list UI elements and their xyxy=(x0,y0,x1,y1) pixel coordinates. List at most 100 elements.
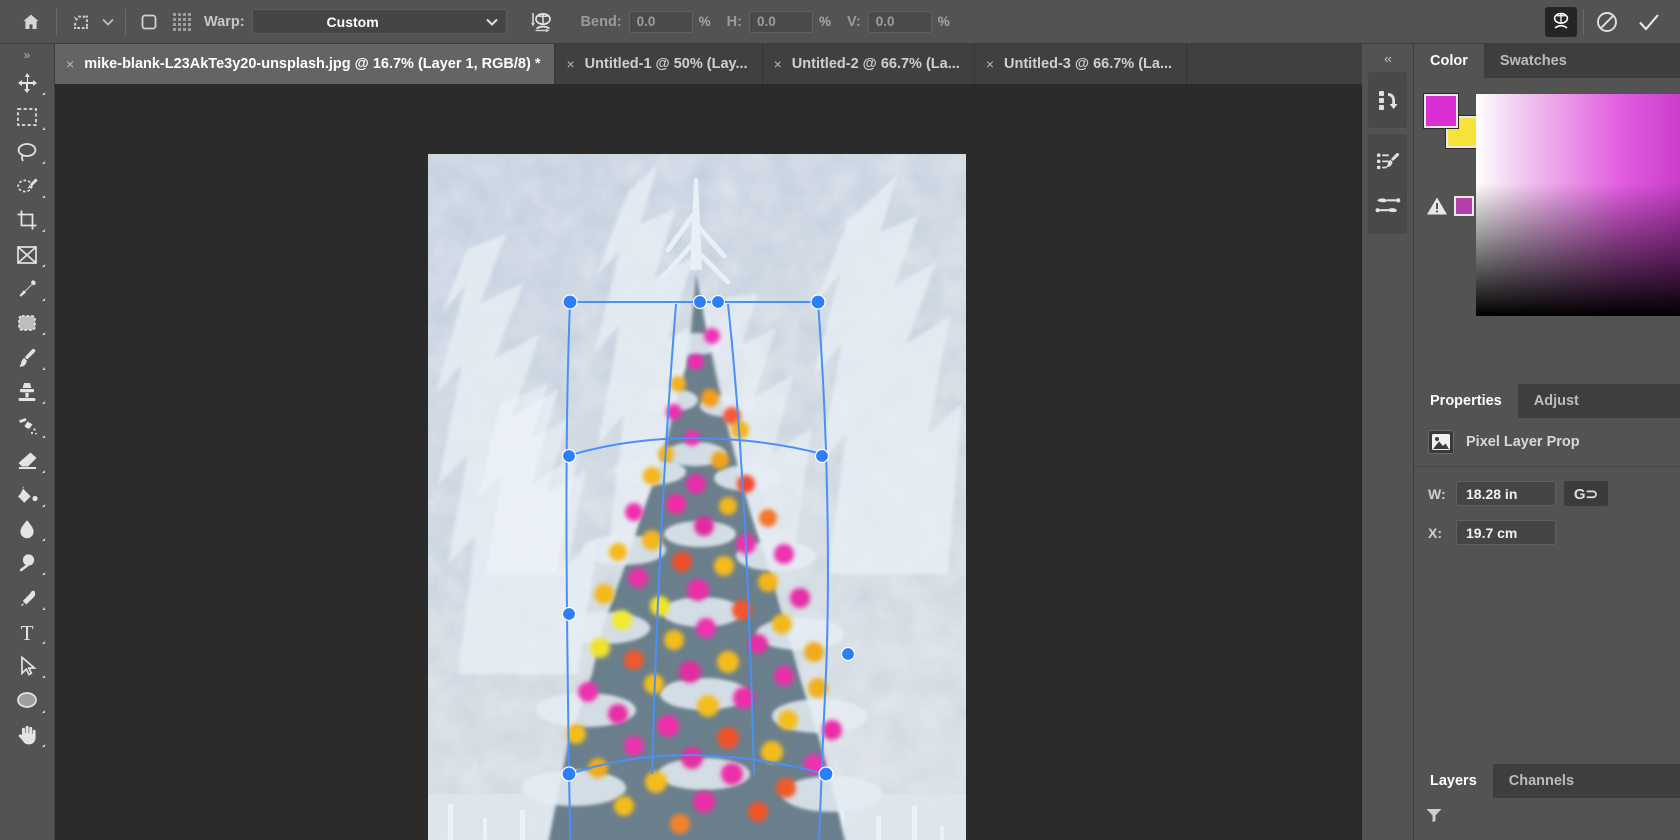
tab-layers[interactable]: Layers xyxy=(1414,764,1493,798)
type-tool[interactable]: T xyxy=(4,615,50,649)
panel-icon-group-1 xyxy=(1368,72,1407,128)
color-panel-tabs: Color Swatches xyxy=(1414,44,1680,78)
document-tab-active[interactable]: × mike-blank-L23AkTe3y20-unsplash.jpg @ … xyxy=(55,44,556,84)
panel-icon-group-2 xyxy=(1368,134,1407,234)
cancel-warp-icon[interactable] xyxy=(1590,7,1624,37)
bend-input[interactable]: 0.0 xyxy=(628,10,693,33)
spot-healing-brush-tool[interactable] xyxy=(4,306,50,340)
close-icon[interactable]: × xyxy=(774,56,782,72)
chevron-down-icon xyxy=(485,18,498,26)
h-label: H: xyxy=(726,13,742,30)
path-selection-tool[interactable] xyxy=(4,649,50,683)
out-of-gamut-swatch[interactable] xyxy=(1454,196,1474,216)
divider xyxy=(1583,8,1584,35)
document-tab[interactable]: × Untitled-3 @ 66.7% (La... xyxy=(974,44,1188,84)
clone-stamp-tool[interactable] xyxy=(4,375,50,409)
tool-flyout-indicator xyxy=(42,538,45,542)
toggle-warp-guides-icon[interactable] xyxy=(1545,6,1577,37)
rectangular-marquee-tool[interactable] xyxy=(4,100,50,134)
svg-text:T: T xyxy=(21,621,34,643)
warp-preset-select[interactable]: Custom xyxy=(251,9,507,34)
tool-flyout-indicator xyxy=(42,469,45,473)
tool-preset-chevron-down-icon[interactable] xyxy=(97,7,119,37)
tab-channels[interactable]: Channels xyxy=(1492,764,1591,798)
brush-settings-icon[interactable] xyxy=(1368,140,1407,184)
tab-color[interactable]: Color xyxy=(1414,44,1484,78)
artboard[interactable] xyxy=(428,154,966,840)
lasso-tool[interactable] xyxy=(4,135,50,169)
tool-flyout-indicator xyxy=(42,400,45,404)
options-bar: Warp: Custom Bend: 0.0 % H: 0.0 % V: 0.0… xyxy=(0,0,1680,44)
document-tab[interactable]: × Untitled-1 @ 50% (Lay... xyxy=(555,44,763,84)
document-tab-bar: × mike-blank-L23AkTe3y20-unsplash.jpg @ … xyxy=(55,44,1362,84)
tool-flyout-indicator xyxy=(42,195,45,199)
eraser-tool[interactable] xyxy=(4,443,50,477)
v-percent: % xyxy=(937,14,950,29)
move-tool[interactable] xyxy=(4,66,50,100)
canvas-area[interactable] xyxy=(55,84,1362,840)
tab-swatches[interactable]: Swatches xyxy=(1483,44,1583,78)
panels-column: Color Swatches Properties Adjust Pixel L… xyxy=(1414,44,1680,840)
tool-flyout-indicator xyxy=(42,263,45,267)
gradient-tool[interactable] xyxy=(4,478,50,512)
x-label: X: xyxy=(1428,524,1442,541)
document-tab-label: Untitled-1 @ 50% (Lay... xyxy=(584,56,748,72)
document-tab-label: mike-blank-L23AkTe3y20-unsplash.jpg @ 16… xyxy=(84,56,541,72)
change-warp-orientation-icon[interactable] xyxy=(521,7,559,37)
filter-kind-icon[interactable] xyxy=(1426,808,1442,822)
libraries-icon[interactable] xyxy=(1368,78,1407,122)
foreground-color-swatch[interactable] xyxy=(1423,93,1459,129)
eyedropper-tool[interactable] xyxy=(4,272,50,306)
properties-panel: Properties Adjust Pixel Layer Prop W: 18… xyxy=(1414,384,1680,764)
properties-row-x: X: 19.7 cm xyxy=(1414,506,1680,545)
object-selection-tool[interactable] xyxy=(4,169,50,203)
warp-tool-preset-icon[interactable] xyxy=(63,7,97,37)
pen-tool[interactable] xyxy=(4,580,50,614)
history-brush-tool[interactable] xyxy=(4,409,50,443)
options-home-group xyxy=(0,0,48,44)
brushes-icon[interactable] xyxy=(1368,184,1407,228)
tab-properties[interactable]: Properties xyxy=(1414,384,1518,418)
color-spectrum[interactable] xyxy=(1476,94,1680,316)
close-icon[interactable]: × xyxy=(66,56,74,72)
toolbar-collapse-icon[interactable]: » xyxy=(0,44,55,66)
document-tab[interactable]: × Untitled-2 @ 66.7% (La... xyxy=(762,44,975,84)
out-of-gamut-warning[interactable] xyxy=(1426,196,1474,216)
width-label: W: xyxy=(1428,485,1446,502)
width-input[interactable]: 18.28 in xyxy=(1456,481,1556,506)
tab-adjustments[interactable]: Adjust xyxy=(1517,384,1595,418)
color-panel: Color Swatches xyxy=(1414,44,1680,384)
panel-icon-strip: ‹‹ xyxy=(1362,44,1414,840)
v-input[interactable]: 0.0 xyxy=(867,10,932,33)
close-icon[interactable]: × xyxy=(566,56,574,72)
properties-row-width: W: 18.28 in G⊃ xyxy=(1414,467,1680,506)
bend-percent: % xyxy=(698,14,711,29)
split-warp-icon[interactable] xyxy=(132,7,166,37)
collapse-panels-icon[interactable]: ‹‹ xyxy=(1362,44,1413,72)
options-commit-group xyxy=(1545,6,1680,37)
divider xyxy=(56,8,57,35)
hand-tool[interactable] xyxy=(4,718,50,752)
link-dimensions-icon[interactable]: G⊃ xyxy=(1564,481,1608,506)
blur-tool[interactable] xyxy=(4,512,50,546)
ellipse-tool[interactable] xyxy=(4,683,50,717)
commit-warp-icon[interactable] xyxy=(1632,7,1666,37)
close-icon[interactable]: × xyxy=(986,56,994,72)
h-input[interactable]: 0.0 xyxy=(748,10,813,33)
tool-flyout-indicator xyxy=(42,160,45,164)
home-icon[interactable] xyxy=(14,7,48,37)
image-thumbnail-icon xyxy=(1428,430,1454,454)
document-tab-label: Untitled-3 @ 66.7% (La... xyxy=(1004,56,1173,72)
dodge-tool[interactable] xyxy=(4,546,50,580)
warp-mesh-overlay[interactable] xyxy=(428,154,966,840)
frame-tool[interactable] xyxy=(4,237,50,271)
grid-4x4-icon[interactable] xyxy=(166,7,200,37)
color-panel-body xyxy=(1414,78,1680,384)
x-input[interactable]: 19.7 cm xyxy=(1456,520,1556,545)
v-label: V: xyxy=(846,13,861,30)
tool-flyout-indicator xyxy=(42,298,45,302)
layers-filter-row[interactable] xyxy=(1414,798,1680,822)
crop-tool[interactable] xyxy=(4,203,50,237)
tool-flyout-indicator xyxy=(42,503,45,507)
brush-tool[interactable] xyxy=(4,340,50,374)
